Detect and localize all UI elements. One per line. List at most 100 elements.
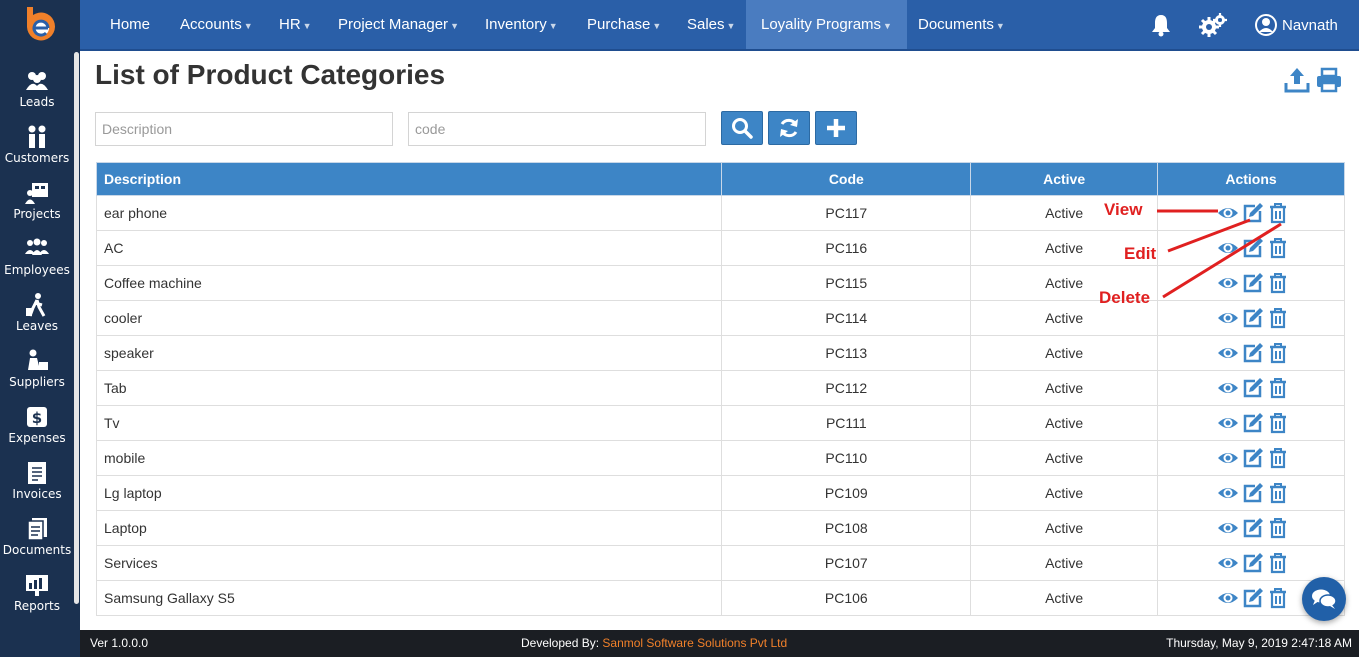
edit-icon[interactable] (1242, 342, 1264, 364)
delete-trash-icon[interactable] (1267, 342, 1289, 364)
edit-icon[interactable] (1242, 412, 1264, 434)
delete-trash-icon[interactable] (1267, 377, 1289, 399)
cell-description: Laptop (95, 510, 723, 546)
table-row: Tv PC111 Active (95, 405, 1345, 441)
view-eye-icon[interactable] (1217, 412, 1239, 434)
e-logo[interactable] (21, 5, 59, 43)
nav-inventory[interactable]: Inventory ▼ (485, 0, 558, 49)
cell-actions (1157, 300, 1345, 336)
sidebar-item-label: Projects (13, 207, 61, 221)
delete-trash-icon[interactable] (1267, 412, 1289, 434)
table-body: ear phone PC117 Active AC PC116 Active C… (95, 195, 1345, 616)
cell-active: Active (970, 580, 1159, 616)
delete-trash-icon[interactable] (1267, 552, 1289, 574)
view-eye-icon[interactable] (1217, 237, 1239, 259)
user-circle-icon[interactable] (1255, 14, 1277, 36)
cell-code: PC109 (721, 475, 972, 511)
projects-icon (25, 183, 48, 204)
delete-trash-icon[interactable] (1267, 202, 1289, 224)
footer-version: Ver 1.0.0.0 (90, 636, 149, 650)
view-eye-icon[interactable] (1217, 202, 1239, 224)
cell-description: AC (95, 230, 723, 266)
delete-trash-icon[interactable] (1267, 447, 1289, 469)
nav-documents[interactable]: Documents ▼ (918, 0, 1005, 49)
sidebar-item-leads[interactable]: Leads (0, 68, 74, 124)
delete-trash-icon[interactable] (1267, 237, 1289, 259)
edit-icon[interactable] (1242, 552, 1264, 574)
edit-icon[interactable] (1242, 377, 1264, 399)
view-eye-icon[interactable] (1217, 517, 1239, 539)
sidebar-item-suppliers[interactable]: Suppliers (0, 348, 74, 404)
footer-company-link[interactable]: Sanmol Software Solutions Pvt Ltd (602, 636, 787, 650)
column-header-code[interactable]: Code (721, 162, 972, 196)
nav-purchase[interactable]: Purchase ▼ (587, 0, 661, 49)
leaves-icon (26, 293, 46, 317)
table-row: Coffee machine PC115 Active (95, 265, 1345, 301)
delete-trash-icon[interactable] (1267, 482, 1289, 504)
caret-down-icon: ▼ (302, 21, 312, 31)
nav-hr[interactable]: HR ▼ (279, 0, 312, 49)
delete-trash-icon[interactable] (1267, 307, 1289, 329)
sidebar-item-documents[interactable]: Documents (0, 516, 74, 572)
leads-icon (26, 72, 48, 90)
nav-loyality-programs[interactable]: Loyality Programs ▼ (746, 0, 907, 49)
view-eye-icon[interactable] (1217, 552, 1239, 574)
nav-project-manager[interactable]: Project Manager ▼ (338, 0, 459, 49)
cell-actions (1157, 370, 1345, 406)
edit-icon[interactable] (1242, 272, 1264, 294)
footer: Ver 1.0.0.0 Developed By: Sanmol Softwar… (80, 630, 1359, 657)
nav-sales[interactable]: Sales ▼ (687, 0, 735, 49)
nav-home[interactable]: Home (110, 0, 150, 49)
sidebar-item-expenses[interactable]: $ Expenses (0, 404, 74, 460)
sidebar-item-invoices[interactable]: Invoices (0, 460, 74, 516)
column-header-description[interactable]: Description (95, 162, 723, 196)
table-row: Lg laptop PC109 Active (95, 475, 1345, 511)
column-header-active[interactable]: Active (970, 162, 1159, 196)
caret-down-icon: ▼ (726, 21, 736, 31)
sidebar-item-employees[interactable]: Employees (0, 236, 74, 292)
edit-icon[interactable] (1242, 517, 1264, 539)
upload-icon[interactable] (1283, 66, 1311, 94)
sidebar-item-projects[interactable]: Projects (0, 180, 74, 236)
cell-code: PC117 (721, 195, 972, 231)
product-categories-table: Description Code Active Actions ear phon… (95, 162, 1345, 616)
sidebar-item-customers[interactable]: Customers (0, 124, 74, 180)
sidebar-item-leaves[interactable]: Leaves (0, 292, 74, 348)
table-row: AC PC116 Active (95, 230, 1345, 266)
edit-icon[interactable] (1242, 587, 1264, 609)
edit-icon[interactable] (1242, 202, 1264, 224)
chat-button[interactable] (1302, 577, 1346, 621)
view-eye-icon[interactable] (1217, 342, 1239, 364)
user-name[interactable]: Navnath (1282, 0, 1338, 51)
search-button[interactable] (721, 111, 763, 145)
nav-accounts[interactable]: Accounts ▼ (180, 0, 253, 49)
bell-icon[interactable] (1150, 13, 1172, 37)
print-icon[interactable] (1315, 66, 1343, 94)
delete-trash-icon[interactable] (1267, 272, 1289, 294)
refresh-button[interactable] (768, 111, 810, 145)
edit-icon[interactable] (1242, 307, 1264, 329)
cell-code: PC108 (721, 510, 972, 546)
cell-code: PC110 (721, 440, 972, 476)
cell-active: Active (970, 510, 1159, 546)
delete-trash-icon[interactable] (1267, 517, 1289, 539)
code-filter-input[interactable] (408, 112, 706, 146)
view-eye-icon[interactable] (1217, 587, 1239, 609)
cell-description: Services (95, 545, 723, 581)
view-eye-icon[interactable] (1217, 447, 1239, 469)
edit-icon[interactable] (1242, 237, 1264, 259)
sidebar-scrollbar[interactable] (74, 52, 79, 604)
gears-icon[interactable] (1199, 12, 1227, 38)
view-eye-icon[interactable] (1217, 482, 1239, 504)
description-filter-input[interactable] (95, 112, 393, 146)
cell-actions (1157, 405, 1345, 441)
customers-icon (28, 125, 46, 148)
edit-icon[interactable] (1242, 482, 1264, 504)
view-eye-icon[interactable] (1217, 307, 1239, 329)
add-button[interactable] (815, 111, 857, 145)
edit-icon[interactable] (1242, 447, 1264, 469)
view-eye-icon[interactable] (1217, 377, 1239, 399)
delete-trash-icon[interactable] (1267, 587, 1289, 609)
sidebar-item-reports[interactable]: Reports (0, 572, 74, 628)
view-eye-icon[interactable] (1217, 272, 1239, 294)
